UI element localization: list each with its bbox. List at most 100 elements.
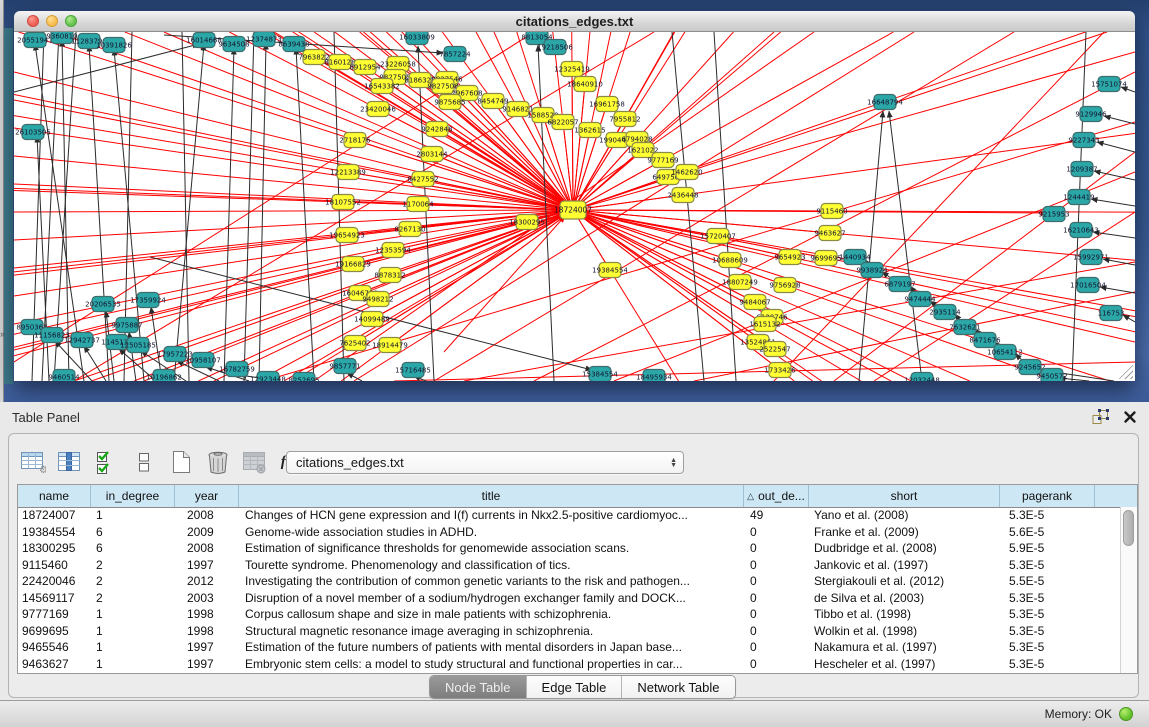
table-cell-in_degree[interactable]: 6 bbox=[91, 525, 175, 539]
graph-node[interactable]: 15716485 bbox=[395, 363, 431, 378]
table-cell-in_degree[interactable]: 1 bbox=[91, 640, 175, 654]
graph-node[interactable]: 17359924 bbox=[130, 293, 166, 308]
graph-node[interactable]: 1209387 bbox=[1066, 162, 1097, 177]
graph-node[interactable]: 23420046 bbox=[360, 102, 396, 117]
graph-node[interactable]: 9975887 bbox=[111, 318, 142, 333]
table-cell-year[interactable]: 1997 bbox=[175, 640, 239, 654]
graph-edge[interactable] bbox=[296, 48, 314, 381]
select-all-columns-icon[interactable] bbox=[93, 448, 121, 476]
table-cell-pagerank[interactable]: 5.3E-5 bbox=[1000, 607, 1095, 621]
table-cell-out_de[interactable]: 0 bbox=[744, 640, 809, 654]
graph-node[interactable]: 1170064 bbox=[402, 197, 434, 212]
table-cell-out_de[interactable]: 0 bbox=[744, 591, 809, 605]
graph-node[interactable]: 9227343 bbox=[1068, 133, 1099, 148]
table-cell-name[interactable]: 9115460 bbox=[18, 558, 91, 572]
graph-node[interactable]: 9460514 bbox=[48, 370, 80, 382]
graph-node[interactable]: 9777169 bbox=[647, 153, 678, 168]
table-cell-in_degree[interactable]: 6 bbox=[91, 541, 175, 555]
graph-node[interactable]: 8427552 bbox=[407, 172, 438, 187]
graph-node[interactable]: 9654923 bbox=[774, 250, 805, 265]
table-cell-in_degree[interactable]: 1 bbox=[91, 607, 175, 621]
table-cell-short[interactable]: Dudbridge et al. (2008) bbox=[809, 541, 1000, 555]
graph-node[interactable]: 116753 bbox=[1098, 306, 1125, 321]
column-header-pagerank[interactable]: pagerank bbox=[1000, 485, 1095, 507]
tab-network-table[interactable]: Network Table bbox=[622, 676, 734, 698]
graph-node[interactable]: 18495934 bbox=[636, 370, 672, 382]
table-row[interactable]: 911546021997Tourette syndrome. Phenomeno… bbox=[18, 557, 1121, 574]
graph-node[interactable]: 7632621 bbox=[949, 320, 980, 335]
column-header-short[interactable]: short bbox=[809, 485, 1000, 507]
graph-node[interactable]: 2522547 bbox=[759, 342, 790, 357]
graph-node[interactable]: 8878312 bbox=[374, 268, 405, 283]
table-cell-name[interactable]: 9465546 bbox=[18, 640, 91, 654]
table-cell-short[interactable]: Yano et al. (2008) bbox=[809, 508, 1000, 522]
table-cell-short[interactable]: Wolkin et al. (1998) bbox=[809, 624, 1000, 638]
table-cell-name[interactable]: 18724007 bbox=[18, 508, 91, 522]
table-cell-year[interactable]: 2009 bbox=[175, 525, 239, 539]
graph-edge[interactable] bbox=[1097, 142, 1135, 152]
table-cell-out_de[interactable]: 0 bbox=[744, 541, 809, 555]
tab-edge-table[interactable]: Edge Table bbox=[527, 676, 623, 698]
table-cell-year[interactable]: 1998 bbox=[175, 607, 239, 621]
table-row[interactable]: 1938455462009Genome-wide association stu… bbox=[18, 524, 1121, 541]
graph-node[interactable]: 9215953 bbox=[1038, 207, 1069, 222]
graph-node[interactable]: 15992971 bbox=[1073, 250, 1109, 265]
graph-node[interactable]: 8912954 bbox=[349, 60, 381, 75]
table-row[interactable]: 977716911998Corpus callosum shape and si… bbox=[18, 606, 1121, 623]
graph-node[interactable]: 9450572 bbox=[1036, 369, 1067, 382]
graph-node[interactable]: 7857224 bbox=[439, 47, 471, 62]
graph-node[interactable]: 12374873 bbox=[246, 32, 282, 47]
graph-node[interactable]: 12213389 bbox=[330, 165, 366, 180]
graph-node[interactable]: 9242848 bbox=[421, 122, 452, 137]
table-cell-short[interactable]: Tibbo et al. (1998) bbox=[809, 607, 1000, 621]
close-panel-icon[interactable] bbox=[1123, 410, 1137, 424]
graph-node[interactable]: 19384554 bbox=[592, 263, 628, 278]
graph-edge[interactable] bbox=[174, 44, 204, 381]
graph-node[interactable]: 8639438 bbox=[278, 37, 309, 52]
graph-node[interactable]: 1733426 bbox=[764, 363, 796, 378]
table-cell-name[interactable]: 18300295 bbox=[18, 541, 91, 555]
table-cell-short[interactable]: Franke et al. (2009) bbox=[809, 525, 1000, 539]
graph-node[interactable]: 7955812 bbox=[609, 112, 640, 127]
graph-edge[interactable] bbox=[244, 32, 254, 381]
graph-node[interactable]: 9129946 bbox=[1075, 107, 1107, 122]
table-cell-pagerank[interactable]: 5.6E-5 bbox=[1000, 525, 1095, 539]
table-cell-out_de[interactable]: 0 bbox=[744, 525, 809, 539]
graph-edge[interactable] bbox=[418, 46, 434, 381]
create-column-icon[interactable] bbox=[167, 448, 195, 476]
graph-node[interactable]: 12353594 bbox=[375, 243, 411, 258]
table-source-select[interactable]: citations_edges.txt ▲▼ bbox=[286, 451, 684, 474]
graph-node[interactable]: 9857771 bbox=[329, 359, 360, 374]
table-cell-short[interactable]: de Silva et al. (2003) bbox=[809, 591, 1000, 605]
graph-node[interactable]: 9634508 bbox=[218, 37, 249, 52]
graph-edge[interactable] bbox=[14, 210, 573, 240]
graph-edge[interactable] bbox=[714, 32, 736, 381]
graph-node[interactable]: 16014668 bbox=[186, 33, 222, 48]
table-cell-short[interactable]: Stergiakouli et al. (2012) bbox=[809, 574, 1000, 588]
table-cell-year[interactable]: 2003 bbox=[175, 591, 239, 605]
network-canvas[interactable]: 7963822816012889129542322605898275051654… bbox=[14, 32, 1135, 381]
table-cell-year[interactable]: 1997 bbox=[175, 657, 239, 671]
table-row[interactable]: 969969511998Structural magnetic resonanc… bbox=[18, 623, 1121, 640]
table-cell-name[interactable]: 22420046 bbox=[18, 574, 91, 588]
table-cell-year[interactable]: 2012 bbox=[175, 574, 239, 588]
delete-column-trash-icon[interactable] bbox=[204, 448, 232, 476]
graph-edge[interactable] bbox=[14, 210, 573, 212]
table-row[interactable]: 1456911722003Disruption of a novel membe… bbox=[18, 590, 1121, 607]
table-cell-out_de[interactable]: 0 bbox=[744, 657, 809, 671]
table-cell-year[interactable]: 2008 bbox=[175, 541, 239, 555]
table-cell-name[interactable]: 14569117 bbox=[18, 591, 91, 605]
graph-node[interactable]: 2436448 bbox=[667, 188, 698, 203]
column-header-year[interactable]: year bbox=[175, 485, 239, 507]
table-cell-pagerank[interactable]: 5.5E-5 bbox=[1000, 574, 1095, 588]
graph-node[interactable]: 9484067 bbox=[739, 295, 770, 310]
table-cell-name[interactable]: 9699695 bbox=[18, 624, 91, 638]
graph-node[interactable]: 26103505 bbox=[15, 125, 51, 140]
graph-node[interactable]: 1462620 bbox=[671, 165, 702, 180]
table-cell-out_de[interactable]: 49 bbox=[744, 508, 809, 522]
graph-edge[interactable] bbox=[573, 210, 1135, 342]
table-row[interactable]: 1830029562008Estimation of significance … bbox=[18, 540, 1121, 557]
graph-node[interactable]: 2718176 bbox=[339, 133, 371, 148]
graph-node[interactable]: 1244419 bbox=[1063, 190, 1094, 205]
column-header-out_de[interactable]: △out_de... bbox=[744, 485, 809, 507]
